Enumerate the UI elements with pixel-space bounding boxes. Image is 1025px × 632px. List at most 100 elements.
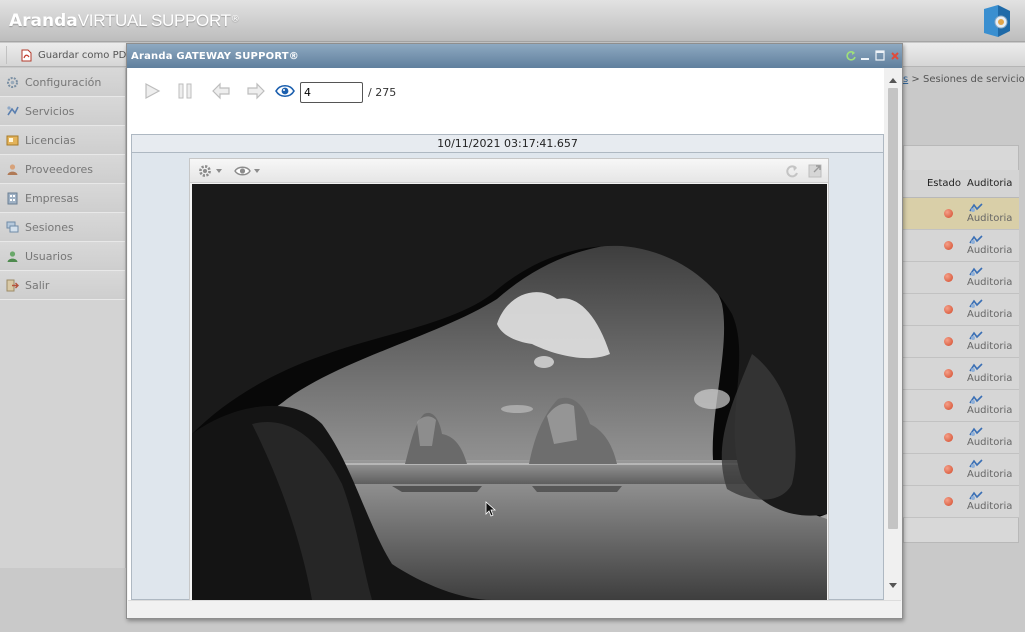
- refresh-screen-icon[interactable]: [784, 164, 800, 178]
- audit-icon[interactable]: [969, 395, 983, 405]
- audit-cell[interactable]: Auditoria: [965, 459, 1019, 480]
- table-row[interactable]: Auditoria: [903, 358, 1019, 390]
- audit-icon[interactable]: [969, 235, 983, 245]
- status-cell: [903, 465, 965, 474]
- audit-cell[interactable]: Auditoria: [965, 235, 1019, 256]
- breadcrumb-link[interactable]: s: [903, 74, 908, 85]
- status-cell: [903, 337, 965, 346]
- breadcrumb-separator: >: [911, 74, 920, 85]
- table-row[interactable]: Auditoria: [903, 230, 1019, 262]
- audit-link[interactable]: Auditoria: [967, 309, 1012, 320]
- status-cell: [903, 305, 965, 314]
- frame-number-input[interactable]: [300, 82, 363, 103]
- audit-icon[interactable]: [969, 267, 983, 277]
- dialog-scrollbar[interactable]: [884, 68, 902, 600]
- settings-dropdown-icon[interactable]: [198, 164, 224, 178]
- table-row[interactable]: Auditoria: [903, 486, 1019, 518]
- status-cell: [903, 273, 965, 282]
- audit-icon[interactable]: [969, 203, 983, 213]
- scroll-up-button[interactable]: [884, 72, 902, 88]
- screen-toolbar: [190, 159, 828, 183]
- fullscreen-icon[interactable]: [808, 164, 822, 178]
- audit-link[interactable]: Auditoria: [967, 373, 1012, 384]
- sidebar-item-sesiones[interactable]: Sesiones: [0, 213, 125, 242]
- sidebar: Configuración Servicios Licencias Provee…: [0, 68, 126, 568]
- column-header-estado[interactable]: Estado: [903, 178, 965, 189]
- audit-cell[interactable]: Auditoria: [965, 427, 1019, 448]
- table-row[interactable]: Auditoria: [903, 422, 1019, 454]
- audit-link[interactable]: Auditoria: [967, 437, 1012, 448]
- pause-icon[interactable]: [175, 82, 195, 100]
- audit-link[interactable]: Auditoria: [967, 245, 1012, 256]
- audit-link[interactable]: Auditoria: [967, 277, 1012, 288]
- audit-icon[interactable]: [969, 299, 983, 309]
- sidebar-item-proveedores[interactable]: Proveedores: [0, 155, 125, 184]
- status-indicator-icon: [944, 369, 953, 378]
- audit-icon[interactable]: [969, 459, 983, 469]
- status-indicator-icon: [944, 401, 953, 410]
- table-row[interactable]: Auditoria: [903, 326, 1019, 358]
- pdf-icon: [21, 49, 32, 61]
- audit-cell[interactable]: Auditoria: [965, 331, 1019, 352]
- gear-icon: [7, 76, 18, 88]
- audit-cell[interactable]: Auditoria: [965, 203, 1019, 224]
- building-icon: [7, 192, 18, 204]
- breadcrumb-current: Sesiones de servicio: [922, 74, 1025, 85]
- arrow-left-icon[interactable]: [211, 82, 231, 100]
- scrollbar-thumb[interactable]: [888, 88, 898, 529]
- view-dropdown-icon[interactable]: [234, 164, 262, 178]
- arrow-right-icon[interactable]: [246, 82, 266, 100]
- audit-link[interactable]: Auditoria: [967, 405, 1012, 416]
- aranda-logo-icon: [984, 5, 1010, 37]
- status-indicator-icon: [944, 337, 953, 346]
- save-pdf-button[interactable]: Guardar como PDF: [6, 46, 138, 64]
- audit-link[interactable]: Auditoria: [967, 341, 1012, 352]
- brand-mark: ®: [230, 14, 240, 25]
- audit-icon[interactable]: [969, 363, 983, 373]
- table-row[interactable]: Auditoria: [903, 294, 1019, 326]
- refresh-icon[interactable]: [845, 49, 857, 62]
- column-header-auditoria[interactable]: Auditoria: [965, 178, 1019, 189]
- app-header: ArandaVIRTUAL SUPPORT®: [0, 0, 1025, 42]
- table-row[interactable]: Auditoria: [903, 198, 1019, 230]
- sidebar-item-usuarios[interactable]: Usuarios: [0, 242, 125, 271]
- sidebar-item-label: Configuración: [25, 75, 102, 89]
- provider-icon: [7, 163, 18, 175]
- remote-screen-capture[interactable]: [192, 184, 827, 600]
- audit-cell[interactable]: Auditoria: [965, 491, 1019, 512]
- audit-link[interactable]: Auditoria: [967, 469, 1012, 480]
- maximize-icon[interactable]: [874, 49, 886, 62]
- audit-icon[interactable]: [969, 491, 983, 501]
- screen-panel: [189, 158, 829, 601]
- close-icon[interactable]: [889, 49, 901, 62]
- audit-link[interactable]: Auditoria: [967, 213, 1012, 224]
- status-indicator-icon: [944, 465, 953, 474]
- scroll-down-button[interactable]: [884, 578, 902, 594]
- audit-cell[interactable]: Auditoria: [965, 395, 1019, 416]
- desktop-wallpaper-image: [192, 184, 827, 600]
- audit-icon[interactable]: [969, 427, 983, 437]
- save-pdf-label: Guardar como PDF: [38, 49, 133, 61]
- table-row[interactable]: Auditoria: [903, 454, 1019, 486]
- services-icon: [7, 105, 19, 115]
- status-cell: [903, 241, 965, 250]
- audit-link[interactable]: Auditoria: [967, 501, 1012, 512]
- sidebar-item-salir[interactable]: Salir: [0, 271, 125, 300]
- sidebar-item-servicios[interactable]: Servicios: [0, 97, 125, 126]
- audit-cell[interactable]: Auditoria: [965, 299, 1019, 320]
- eye-icon[interactable]: [275, 84, 295, 98]
- audit-cell[interactable]: Auditoria: [965, 267, 1019, 288]
- audit-cell[interactable]: Auditoria: [965, 363, 1019, 384]
- status-cell: [903, 401, 965, 410]
- minimize-icon[interactable]: [859, 49, 871, 62]
- dialog-title-bar[interactable]: Aranda GATEWAY SUPPORT®: [127, 44, 902, 68]
- sidebar-item-configuracion[interactable]: Configuración: [0, 68, 125, 97]
- table-row[interactable]: Auditoria: [903, 390, 1019, 422]
- audit-icon[interactable]: [969, 331, 983, 341]
- dialog-title: Aranda GATEWAY SUPPORT®: [131, 51, 299, 62]
- table-row[interactable]: Auditoria: [903, 262, 1019, 294]
- status-cell: [903, 433, 965, 442]
- play-icon[interactable]: [142, 82, 162, 100]
- sidebar-item-empresas[interactable]: Empresas: [0, 184, 125, 213]
- sidebar-item-licencias[interactable]: Licencias: [0, 126, 125, 155]
